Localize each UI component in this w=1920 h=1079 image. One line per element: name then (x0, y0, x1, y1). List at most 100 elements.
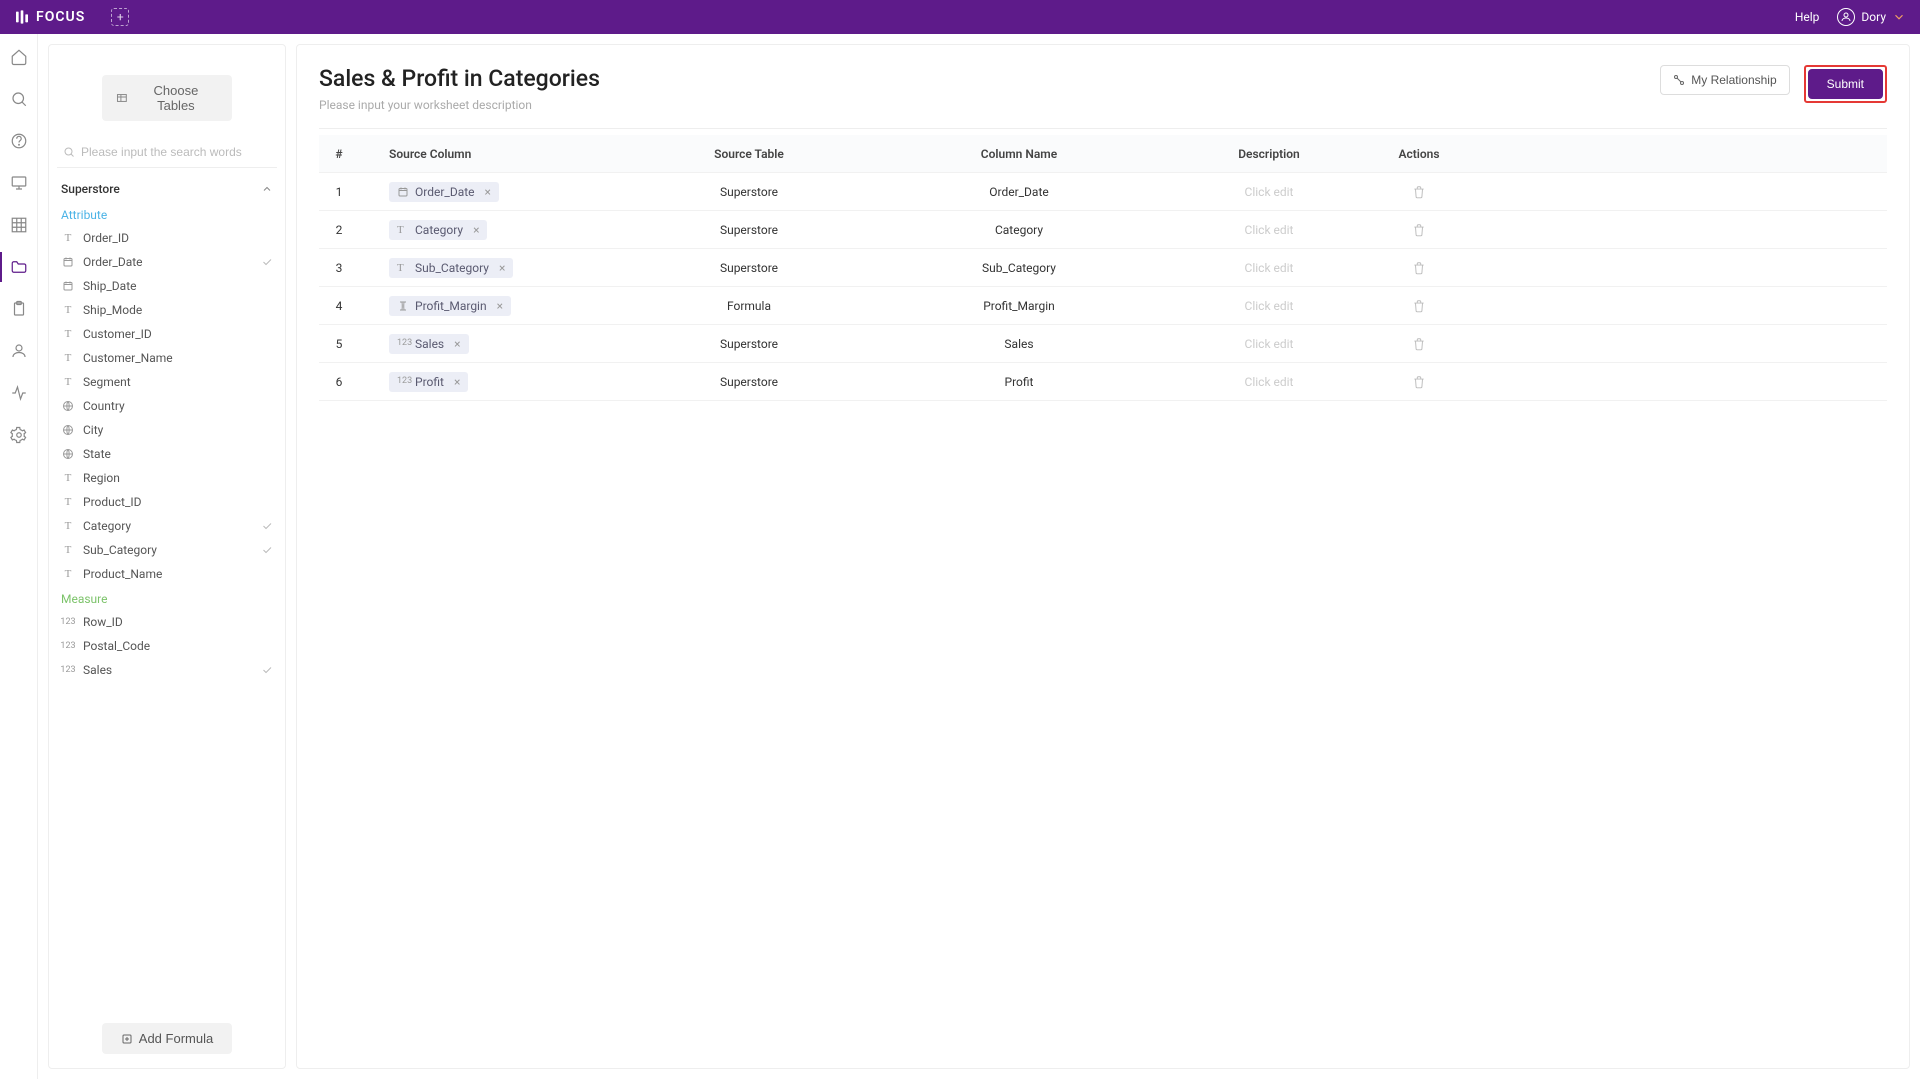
submit-button[interactable]: Submit (1808, 69, 1883, 99)
page-title[interactable]: Sales & Profit in Categories (319, 65, 600, 92)
description-cell[interactable]: Click edit (1245, 337, 1294, 351)
delete-row-icon[interactable] (1412, 299, 1426, 313)
column-name-cell[interactable]: Profit (879, 367, 1159, 397)
remove-pill-icon[interactable]: × (499, 261, 505, 275)
description-cell[interactable]: Click edit (1245, 223, 1294, 237)
field-row[interactable]: T Segment (57, 370, 277, 394)
source-column-pill[interactable]: Order_Date × (389, 182, 499, 202)
field-row[interactable]: Order_Date (57, 250, 277, 274)
user-menu[interactable]: Dory (1837, 8, 1906, 26)
field-row[interactable]: T Sub_Category (57, 538, 277, 562)
rail-home-icon[interactable] (10, 48, 28, 66)
text-type-icon: T (61, 303, 75, 317)
nav-rail (0, 34, 38, 1079)
field-row[interactable]: T Product_ID (57, 490, 277, 514)
field-row[interactable]: T Customer_ID (57, 322, 277, 346)
choose-tables-button[interactable]: Choose Tables (102, 75, 232, 121)
formula-type-icon (397, 300, 409, 312)
pill-label: Order_Date (415, 185, 475, 199)
column-name-cell[interactable]: Sub_Category (879, 253, 1159, 283)
field-label: Order_Date (83, 255, 143, 269)
num-type-icon: 123 (397, 338, 409, 350)
delete-row-icon[interactable] (1412, 337, 1426, 351)
remove-pill-icon[interactable]: × (497, 299, 503, 313)
remove-pill-icon[interactable]: × (473, 223, 479, 237)
text-type-icon: T (61, 471, 75, 485)
field-row[interactable]: T Category (57, 514, 277, 538)
field-label: State (83, 447, 111, 461)
field-row[interactable]: T Product_Name (57, 562, 277, 586)
rail-folder-icon[interactable] (10, 258, 28, 276)
col-column-name: Column Name (879, 139, 1159, 169)
add-formula-button[interactable]: Add Formula (102, 1023, 232, 1054)
rail-presentation-icon[interactable] (10, 174, 28, 192)
field-label: Sub_Category (83, 543, 157, 557)
field-row[interactable]: 123 Row_ID (57, 610, 277, 634)
text-type-icon: T (61, 327, 75, 341)
new-tab-button[interactable]: + (111, 8, 129, 26)
delete-row-icon[interactable] (1412, 261, 1426, 275)
field-row[interactable]: 123 Postal_Code (57, 634, 277, 658)
rail-clipboard-icon[interactable] (10, 300, 28, 318)
relationship-icon (1673, 74, 1685, 86)
rail-settings-icon[interactable] (10, 426, 28, 444)
field-row[interactable]: T Order_ID (57, 226, 277, 250)
table-group-header[interactable]: Superstore (57, 168, 277, 202)
rail-activity-icon[interactable] (10, 384, 28, 402)
description-cell[interactable]: Click edit (1245, 261, 1294, 275)
delete-row-icon[interactable] (1412, 375, 1426, 389)
field-row[interactable]: Ship_Date (57, 274, 277, 298)
description-cell[interactable]: Click edit (1245, 299, 1294, 313)
my-relationship-button[interactable]: My Relationship (1660, 65, 1789, 95)
source-table-cell: Superstore (619, 329, 879, 359)
field-row[interactable]: T Region (57, 466, 277, 490)
source-column-pill[interactable]: T Category × (389, 220, 487, 240)
column-name-cell[interactable]: Order_Date (879, 177, 1159, 207)
field-row[interactable]: T Customer_Name (57, 346, 277, 370)
field-list: Attribute T Order_ID Order_Date Ship_Dat… (57, 202, 277, 1009)
row-index: 5 (319, 329, 359, 359)
rail-user-icon[interactable] (10, 342, 28, 360)
field-row[interactable]: 123 Sales (57, 658, 277, 682)
remove-pill-icon[interactable]: × (454, 337, 460, 351)
source-column-pill[interactable]: T Sub_Category × (389, 258, 513, 278)
text-type-icon: T (397, 262, 409, 274)
field-row[interactable]: City (57, 418, 277, 442)
column-name-cell[interactable]: Category (879, 215, 1159, 245)
search-icon (63, 146, 75, 158)
field-label: Product_ID (83, 495, 142, 509)
help-link[interactable]: Help (1795, 10, 1820, 24)
source-column-pill[interactable]: Profit_Margin × (389, 296, 511, 316)
table-row: 3 T Sub_Category × Superstore Sub_Catego… (319, 249, 1887, 287)
remove-pill-icon[interactable]: × (454, 375, 460, 389)
check-icon (261, 544, 273, 556)
field-label: Postal_Code (83, 639, 150, 653)
table-row: 2 T Category × Superstore Category Click… (319, 211, 1887, 249)
page-description-placeholder[interactable]: Please input your worksheet description (319, 98, 600, 112)
field-row[interactable]: State (57, 442, 277, 466)
field-row[interactable]: T Ship_Mode (57, 298, 277, 322)
field-row[interactable]: Country (57, 394, 277, 418)
column-name-cell[interactable]: Profit_Margin (879, 291, 1159, 321)
col-source-column: Source Column (359, 139, 619, 169)
description-cell[interactable]: Click edit (1245, 375, 1294, 389)
sidebar-search-input[interactable] (81, 145, 271, 159)
date-type-icon (61, 279, 75, 293)
delete-row-icon[interactable] (1412, 185, 1426, 199)
sidebar-search[interactable] (57, 141, 277, 168)
dropdown-caret-icon (1892, 10, 1906, 24)
columns-table: # Source Column Source Table Column Name… (319, 135, 1887, 401)
delete-row-icon[interactable] (1412, 223, 1426, 237)
description-cell[interactable]: Click edit (1245, 185, 1294, 199)
rail-grid-icon[interactable] (10, 216, 28, 234)
rail-search-icon[interactable] (10, 90, 28, 108)
text-type-icon: T (61, 495, 75, 509)
remove-pill-icon[interactable]: × (485, 185, 491, 199)
column-name-cell[interactable]: Sales (879, 329, 1159, 359)
logo-icon (14, 9, 30, 25)
rail-help-icon[interactable] (10, 132, 28, 150)
table-row: 5 123 Sales × Superstore Sales Click edi… (319, 325, 1887, 363)
check-icon (261, 664, 273, 676)
source-column-pill[interactable]: 123 Sales × (389, 334, 469, 354)
source-column-pill[interactable]: 123 Profit × (389, 372, 468, 392)
